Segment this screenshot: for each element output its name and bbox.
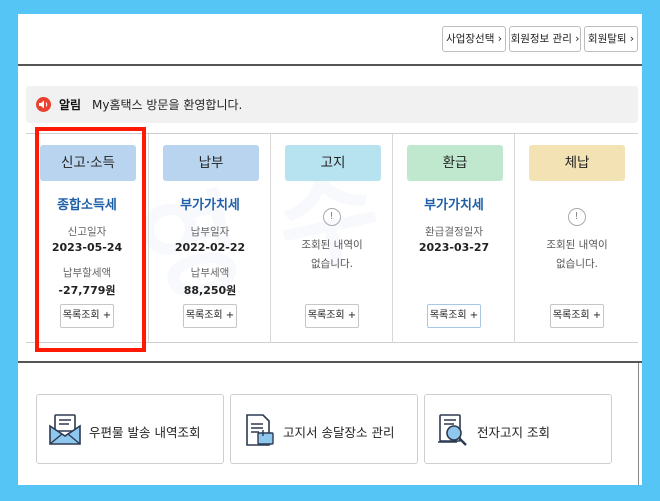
status-column-refund: 환급 부가가치세 환급결정일자 2023-03-27 목록조회 +	[392, 134, 514, 343]
withdraw-button[interactable]: 회원탈퇴 ›	[584, 26, 638, 52]
refund-date-value: 2023-03-27	[418, 241, 490, 254]
electronic-notice-icon	[435, 412, 471, 452]
mail-history-icon	[47, 412, 83, 452]
column-header-refund[interactable]: 환급	[407, 145, 503, 181]
member-info-button[interactable]: 회원정보 관리 ›	[509, 26, 581, 52]
notice-empty-line1: 조회된 내역이	[301, 239, 363, 251]
payment-date-label: 납부일자	[190, 226, 230, 238]
payment-list-button[interactable]: 목록조회 +	[183, 304, 237, 328]
status-column-notice: 고지 ! 조회된 내역이 없습니다. 목록조회 +	[270, 134, 392, 343]
refund-tax-title[interactable]: 부가가치세	[393, 194, 515, 213]
electronic-notice-card[interactable]: 전자고지 조회	[424, 394, 612, 464]
exclamation-icon: !	[322, 208, 341, 226]
document-location-card[interactable]: 고지서 송달장소 관리	[230, 394, 418, 464]
paid-amount-label: 납부세액	[190, 267, 230, 279]
column-header-notice[interactable]: 고지	[285, 145, 381, 181]
payment-date-value: 2022-02-22	[174, 241, 246, 254]
refund-list-button[interactable]: 목록조회 +	[427, 304, 481, 328]
panel-edge-line	[638, 363, 639, 485]
status-column-payment: 납부 부가가치세 납부일자 2022-02-22 납부세액 88,250원 목록…	[148, 134, 270, 343]
refund-date-label: 환급결정일자	[425, 226, 483, 238]
select-business-button[interactable]: 사업장선택 ›	[442, 26, 506, 52]
alert-title: 알림	[59, 98, 82, 112]
arrears-list-button[interactable]: 목록조회 +	[550, 304, 604, 328]
hometax-panel: 사업장선택 › 회원정보 관리 › 회원탈퇴 › 알림 My홈택스 방문을 환영…	[18, 14, 642, 485]
alert-message: My홈택스 방문을 환영합니다.	[92, 98, 243, 112]
speaker-icon	[36, 97, 51, 112]
column-header-payment[interactable]: 납부	[163, 145, 259, 181]
status-column-arrears: 체납 ! 조회된 내역이 없습니다. 목록조회 +	[514, 134, 638, 343]
highlight-box	[35, 127, 146, 352]
alert-banner: 알림 My홈택스 방문을 환영합니다.	[26, 86, 638, 123]
notice-list-button[interactable]: 목록조회 +	[305, 304, 359, 328]
arrears-empty-message: 조회된 내역이 없습니다.	[515, 236, 639, 274]
paid-amount-value: 88,250원	[183, 284, 237, 297]
arrears-empty-line1: 조회된 내역이	[546, 239, 608, 251]
document-location-label: 고지서 송달장소 관리	[283, 425, 395, 440]
payment-tax-title[interactable]: 부가가치세	[149, 194, 271, 213]
exclamation-icon: !	[567, 208, 586, 226]
notice-empty-message: 조회된 내역이 없습니다.	[271, 236, 393, 274]
section-divider	[18, 361, 642, 363]
electronic-notice-label: 전자고지 조회	[477, 425, 550, 440]
mail-history-card[interactable]: 우편물 발송 내역조회	[36, 394, 224, 464]
top-bar: 사업장선택 › 회원정보 관리 › 회원탈퇴 ›	[18, 14, 642, 66]
mail-history-label: 우편물 발송 내역조회	[89, 425, 201, 440]
document-location-icon	[241, 412, 277, 452]
notice-empty-line2: 없습니다.	[311, 258, 353, 270]
column-header-arrears[interactable]: 체납	[529, 145, 625, 181]
arrears-empty-line2: 없습니다.	[556, 258, 598, 270]
